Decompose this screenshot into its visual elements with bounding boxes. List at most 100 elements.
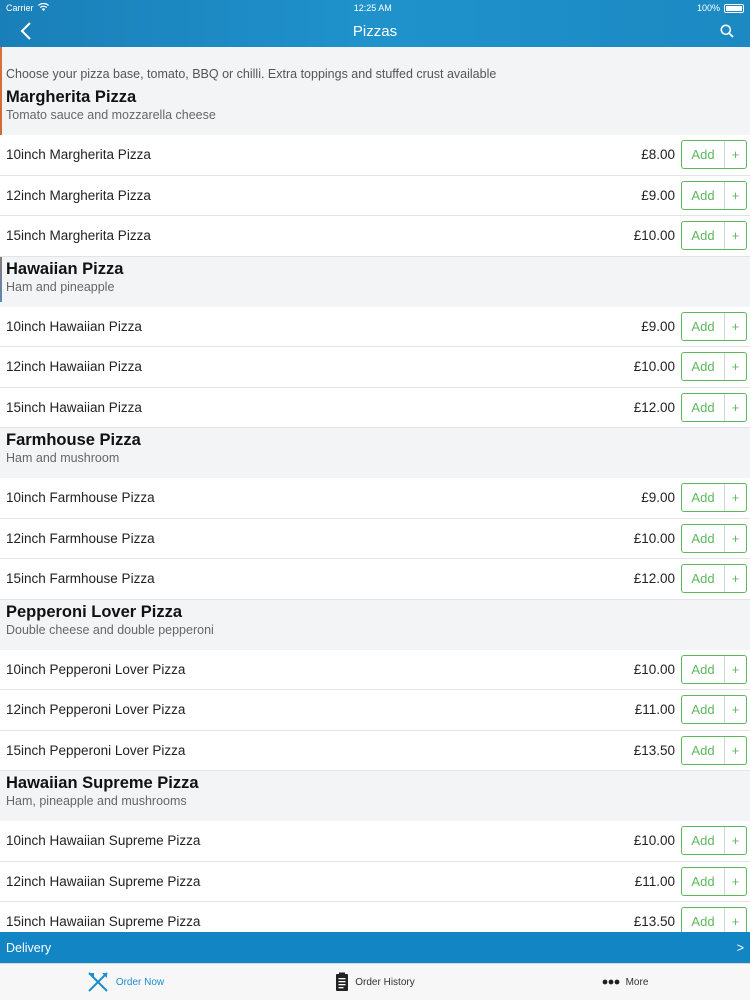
top-bar: Carrier 12:25 AM 100% Pizzas <box>0 0 750 47</box>
fork-knife-icon <box>88 972 108 992</box>
menu-item-row[interactable]: 10inch Pepperoni Lover Pizza £10.00 Add + <box>0 649 750 690</box>
tab-label: More <box>625 976 649 988</box>
item-price: £10.00 <box>633 228 675 244</box>
wifi-icon <box>37 2 49 13</box>
tab-order-now[interactable]: Order Now <box>0 970 250 994</box>
section-header: Hawaiian Supreme Pizza Ham, pineapple and… <box>0 771 750 821</box>
section-title: Hawaiian Pizza <box>6 259 124 278</box>
tab-order-history[interactable]: Order History <box>250 972 500 992</box>
add-to-order-button[interactable]: Add + <box>681 221 747 251</box>
item-price: £13.50 <box>633 914 675 930</box>
plus-icon: + <box>731 228 740 244</box>
add-to-order-button[interactable]: Add + <box>681 654 747 684</box>
tab-bar: Order Now Order History More <box>0 963 750 1000</box>
menu-list[interactable]: Choose your pizza base, tomato, BBQ or c… <box>0 47 750 932</box>
menu-item-row[interactable]: 15inch Farmhouse Pizza £12.00 Add + <box>0 559 750 600</box>
menu-item-row[interactable]: 15inch Pepperoni Lover Pizza £13.50 Add + <box>0 730 750 771</box>
item-price: £13.50 <box>633 742 675 758</box>
back-button[interactable] <box>14 19 38 43</box>
add-label: Add <box>682 736 725 764</box>
item-name: 10inch Margherita Pizza <box>6 147 151 163</box>
add-to-order-button[interactable]: Add + <box>681 826 747 856</box>
menu-item-row[interactable]: 12inch Farmhouse Pizza £10.00 Add + <box>0 518 750 559</box>
menu-item-row[interactable]: 12inch Hawaiian Pizza £10.00 Add + <box>0 347 750 388</box>
menu-item-row[interactable]: 15inch Hawaiian Supreme Pizza £13.50 Add + <box>0 902 750 932</box>
section-header: Hawaiian Pizza Ham and pineapple <box>0 257 750 307</box>
tab-label: Order History <box>355 976 415 988</box>
add-to-order-button[interactable]: Add + <box>681 352 747 382</box>
add-to-order-button[interactable]: Add + <box>681 392 747 422</box>
item-price: £9.00 <box>641 318 675 334</box>
status-bar: Carrier 12:25 AM 100% <box>0 0 750 16</box>
page-title: Pizzas <box>352 23 398 40</box>
search-button[interactable] <box>716 20 738 42</box>
menu-item-row[interactable]: 10inch Hawaiian Supreme Pizza £10.00 Add + <box>0 821 750 862</box>
item-price: £9.00 <box>641 187 675 203</box>
menu-sections: Margherita Pizza Tomato sauce and mozzare… <box>0 85 750 932</box>
item-name: 15inch Hawaiian Pizza <box>6 399 142 415</box>
menu-item-row[interactable]: 10inch Farmhouse Pizza £9.00 Add + <box>0 478 750 519</box>
more-dots-icon <box>602 979 619 985</box>
section-description: Ham, pineapple and mushrooms <box>6 794 187 808</box>
plus-icon: + <box>731 742 740 758</box>
item-price: £12.00 <box>633 399 675 415</box>
plus-icon: + <box>731 702 740 718</box>
plus-icon: + <box>731 399 740 415</box>
plus-icon: + <box>731 490 740 506</box>
add-to-order-button[interactable]: Add + <box>681 695 747 725</box>
item-price: £11.00 <box>634 702 675 718</box>
add-label: Add <box>682 827 725 855</box>
add-to-order-button[interactable]: Add + <box>681 140 747 170</box>
add-label: Add <box>682 696 725 724</box>
plus-icon: + <box>731 833 740 849</box>
item-name: 15inch Hawaiian Supreme Pizza <box>6 914 201 930</box>
item-name: 12inch Pepperoni Lover Pizza <box>6 702 186 718</box>
item-price: £10.00 <box>633 833 675 849</box>
menu-item-row[interactable]: 15inch Hawaiian Pizza £12.00 Add + <box>0 387 750 428</box>
item-name: 12inch Margherita Pizza <box>6 187 151 203</box>
add-to-order-button[interactable]: Add + <box>681 866 747 896</box>
menu-item-row[interactable]: 12inch Margherita Pizza £9.00 Add + <box>0 175 750 216</box>
add-to-order-button[interactable]: Add + <box>681 180 747 210</box>
add-label: Add <box>682 141 725 169</box>
section-header: Farmhouse Pizza Ham and mushroom <box>0 428 750 478</box>
item-price: £10.00 <box>633 661 675 677</box>
tab-label: Order Now <box>115 976 165 988</box>
item-name: 15inch Pepperoni Lover Pizza <box>6 742 186 758</box>
add-to-order-button[interactable]: Add + <box>681 311 747 341</box>
item-name: 12inch Farmhouse Pizza <box>6 530 155 546</box>
add-label: Add <box>682 867 725 895</box>
menu-item-row[interactable]: 12inch Pepperoni Lover Pizza £11.00 Add + <box>0 690 750 731</box>
add-to-order-button[interactable]: Add + <box>681 564 747 594</box>
add-to-order-button[interactable]: Add + <box>681 735 747 765</box>
item-name: 15inch Farmhouse Pizza <box>6 571 155 587</box>
item-name: 10inch Hawaiian Supreme Pizza <box>6 833 201 849</box>
section-header: Margherita Pizza Tomato sauce and mozzare… <box>0 85 750 135</box>
add-to-order-button[interactable]: Add + <box>681 523 747 553</box>
item-name: 10inch Farmhouse Pizza <box>6 490 155 506</box>
item-price: £9.00 <box>641 490 675 506</box>
chevron-left-icon <box>20 22 31 40</box>
section-title: Farmhouse Pizza <box>6 431 141 449</box>
menu-item-row[interactable]: 10inch Hawaiian Pizza £9.00 Add + <box>0 306 750 347</box>
section-title: Pepperoni Lover Pizza <box>6 602 183 621</box>
nav-bar: Pizzas <box>0 16 750 47</box>
category-intro: Choose your pizza base, tomato, BBQ or c… <box>6 67 497 81</box>
item-name: 15inch Margherita Pizza <box>6 228 151 244</box>
item-name: 10inch Pepperoni Lover Pizza <box>6 661 186 677</box>
add-to-order-button[interactable]: Add + <box>681 483 747 513</box>
tab-more[interactable]: More <box>500 977 750 988</box>
section-title: Margherita Pizza <box>6 88 137 106</box>
add-label: Add <box>682 655 725 683</box>
plus-icon: + <box>731 661 740 677</box>
menu-item-row[interactable]: 12inch Hawaiian Supreme Pizza £11.00 Add + <box>0 861 750 902</box>
item-name: 12inch Hawaiian Supreme Pizza <box>6 873 201 889</box>
delivery-bar[interactable]: Delivery > <box>0 932 750 963</box>
menu-item-row[interactable]: 15inch Margherita Pizza £10.00 Add + <box>0 216 750 257</box>
section-description: Double cheese and double pepperoni <box>6 622 214 637</box>
add-to-order-button[interactable]: Add + <box>681 907 747 932</box>
delivery-label: Delivery <box>6 940 52 955</box>
plus-icon: + <box>731 359 740 375</box>
menu-item-row[interactable]: 10inch Margherita Pizza £8.00 Add + <box>0 135 750 176</box>
item-price: £10.00 <box>633 530 675 546</box>
